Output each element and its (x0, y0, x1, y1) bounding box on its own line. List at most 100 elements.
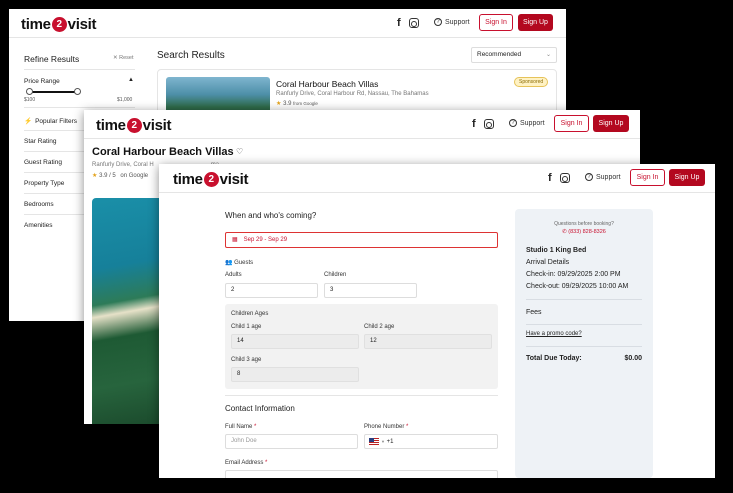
facebook-icon[interactable]: f (397, 17, 401, 29)
calendar-icon: ▦ (232, 237, 238, 243)
booking-summary-panel: Questions before booking? ✆ (833) 828-83… (515, 209, 653, 478)
instagram-icon[interactable] (483, 119, 494, 129)
support-label: Support (445, 18, 470, 26)
filter-label: Popular Filters (35, 118, 77, 125)
guests-label-text: Guests (234, 260, 254, 266)
chevron-down-icon: ⌄ (545, 52, 551, 58)
users-icon: 👥 (225, 260, 233, 266)
site-logo[interactable]: time 2 visit (21, 16, 96, 33)
price-min-label: $100 (24, 97, 36, 103)
instagram-icon[interactable] (559, 173, 570, 183)
sign-in-button[interactable]: Sign In (479, 14, 513, 31)
sign-up-button[interactable]: Sign Up (593, 115, 629, 132)
star-icon: ★ (276, 101, 282, 107)
email-label-text: Email Address (225, 460, 264, 466)
contact-info-heading: Contact Information (225, 404, 295, 413)
full-name-label-text: Full Name (225, 424, 253, 430)
total-due-value: $0.00 (624, 355, 642, 362)
us-flag-icon[interactable] (369, 437, 379, 445)
sign-up-button[interactable]: Sign Up (518, 14, 553, 31)
phone-label-text: Phone Number (364, 424, 405, 430)
property-rating: ★ 3.9 from Google (276, 100, 318, 107)
required-mark: * (254, 424, 257, 430)
price-max-label: $1,000 (117, 97, 133, 103)
property-title[interactable]: Coral Harbour Beach Villas (276, 79, 378, 89)
full-name-label: Full Name * (225, 424, 256, 430)
support-link[interactable]: ? Support (434, 18, 470, 26)
filter-star-rating[interactable]: Star Rating (24, 138, 57, 145)
divider (24, 69, 135, 70)
booking-window: time 2 visit f ? Support Sign In Sign Up W… (159, 164, 715, 478)
lightning-icon: ⚡ (24, 118, 33, 125)
support-label: Support (520, 119, 545, 127)
sign-in-button[interactable]: Sign In (630, 169, 665, 186)
price-slider-min-handle[interactable] (26, 88, 33, 95)
guests-label: 👥 Guests (225, 259, 253, 266)
help-icon: ? (434, 18, 442, 26)
filter-guest-rating[interactable]: Guest Rating (24, 159, 62, 166)
property-address: Ranfurly Drive, Coral Harbour Rd, Nassau… (276, 91, 429, 97)
sign-up-button[interactable]: Sign Up (669, 169, 705, 186)
divider (526, 299, 642, 300)
hotel-address-text: Ranfurly Drive, Coral H (92, 162, 154, 168)
chevron-down-icon[interactable]: ▼ (381, 439, 385, 444)
divider (225, 395, 498, 396)
logo-text-right: visit (67, 16, 97, 33)
chevron-up-icon[interactable]: ▲ (128, 77, 134, 83)
filter-amenities[interactable]: Amenities (24, 222, 53, 229)
site-logo[interactable]: time 2 visit (173, 171, 248, 188)
rating-source: from Google (293, 101, 318, 106)
adults-field[interactable]: 2 (225, 283, 318, 298)
date-range-input[interactable]: ▦ Sep 29 - Sep 29 (225, 232, 498, 248)
date-range-value: Sep 29 - Sep 29 (243, 237, 288, 243)
help-icon: ? (585, 173, 593, 181)
questions-text: Questions before booking? (554, 221, 614, 227)
logo-text-right: visit (142, 117, 172, 134)
support-link[interactable]: ? Support (509, 119, 545, 127)
price-slider-track[interactable] (28, 91, 78, 93)
children-label: Children (324, 272, 347, 278)
logo-badge: 2 (51, 17, 67, 32)
sign-in-button[interactable]: Sign In (554, 115, 589, 132)
children-ages-label: Children Ages (231, 311, 269, 317)
logo-text-right: visit (219, 171, 249, 188)
reset-label: Reset (119, 55, 134, 61)
phone-label: Phone Number * (364, 424, 408, 430)
child-3-age-field[interactable]: 8 (231, 367, 359, 382)
filter-bedrooms[interactable]: Bedrooms (24, 201, 54, 208)
child-1-age-field[interactable]: 14 (231, 334, 359, 349)
promo-code-link[interactable]: Have a promo code? (526, 331, 582, 337)
hotel-rating: ★ 3.9 / 5 on Google (92, 172, 148, 179)
sort-select[interactable]: Recommended ⌄ (471, 47, 557, 63)
search-results-title: Search Results (157, 50, 225, 61)
support-phone-link[interactable]: ✆ (833) 828-8326 (515, 229, 653, 235)
logo-badge: 2 (203, 172, 219, 187)
support-phone-number: (833) 828-8326 (568, 229, 606, 235)
children-field[interactable]: 3 (324, 283, 417, 298)
support-link[interactable]: ? Support (585, 173, 621, 181)
filter-property-type[interactable]: Property Type (24, 180, 64, 187)
price-slider-max-handle[interactable] (74, 88, 81, 95)
rating-value: 3.9 / 5 (99, 173, 116, 179)
divider (526, 324, 642, 325)
star-icon: ★ (92, 173, 98, 179)
full-name-input[interactable]: John Doe (225, 434, 358, 449)
logo-text-left: time (173, 171, 203, 188)
facebook-icon[interactable]: f (548, 172, 552, 184)
phone-input[interactable]: ▼ +1 (364, 434, 498, 449)
site-logo[interactable]: time 2 visit (96, 117, 171, 134)
phone-code: +1 (386, 439, 394, 445)
hotel-title: Coral Harbour Beach Villas (92, 146, 234, 158)
facebook-icon[interactable]: f (472, 118, 476, 130)
site-header: time 2 visit f ? Support Sign In Sign Up (9, 9, 566, 38)
filter-popular[interactable]: ⚡ Popular Filters (24, 117, 77, 125)
reset-filters-link[interactable]: ✕ Reset (113, 55, 134, 61)
room-name: Studio 1 King Bed (526, 247, 587, 254)
child-2-age-field[interactable]: 12 (364, 334, 492, 349)
email-input[interactable] (225, 470, 498, 478)
divider (526, 346, 642, 347)
rating-value: 3.9 (283, 101, 292, 107)
heart-icon[interactable]: ♡ (236, 147, 243, 156)
children-ages-panel: Children Ages Child 1 age 14 Child 2 age… (225, 304, 498, 389)
instagram-icon[interactable] (408, 18, 419, 28)
